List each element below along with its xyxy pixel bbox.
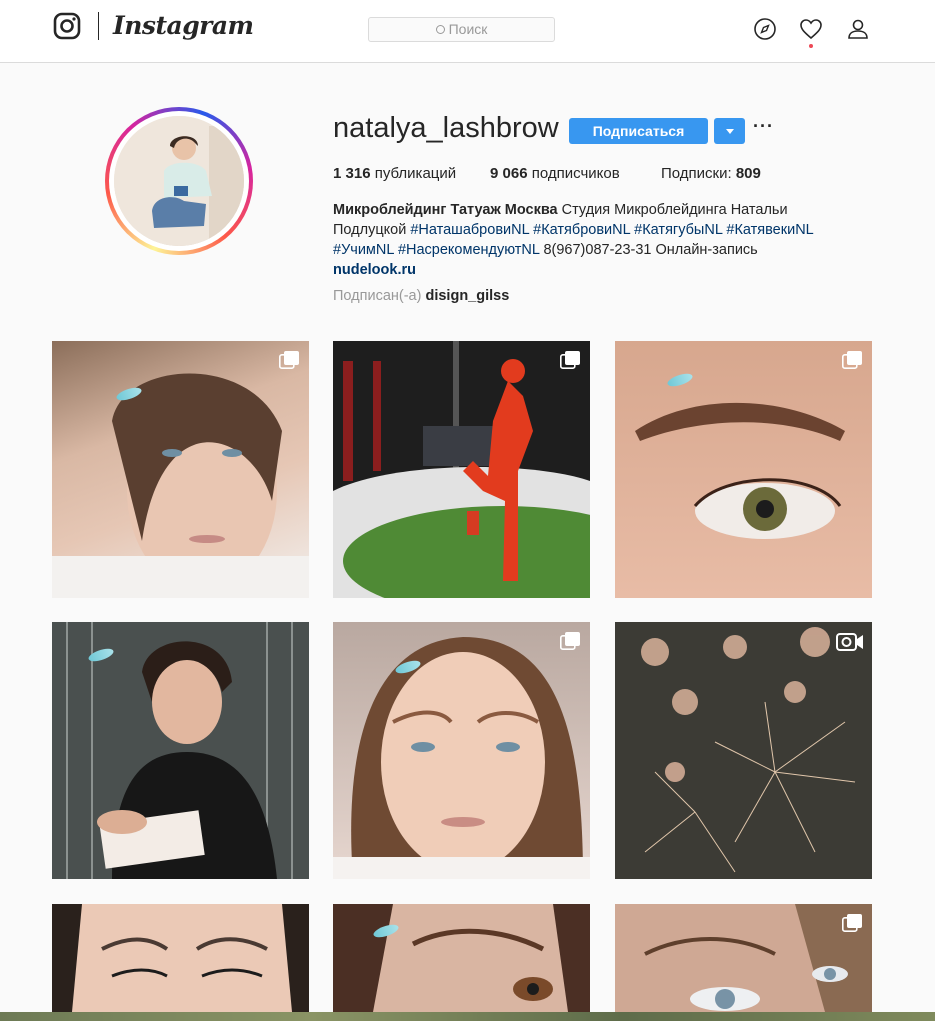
top-navigation-bar: Instagram Поиск xyxy=(0,0,935,63)
heart-icon[interactable] xyxy=(799,17,823,41)
more-options-button[interactable]: ··· xyxy=(753,116,774,137)
website-link[interactable]: nudelook.ru xyxy=(333,262,416,278)
following-count: 809 xyxy=(735,165,761,182)
bio-contact: 8(967)087-23-31 Онлайн-запись xyxy=(543,242,758,258)
instagram-logo-icon[interactable] xyxy=(53,12,81,40)
post-image xyxy=(615,622,872,879)
post-tile[interactable] xyxy=(333,904,590,1012)
followers-count: 9 066 xyxy=(490,165,528,182)
search-placeholder: Поиск xyxy=(448,21,488,37)
profile-bio: Микроблейдинг Татуаж Москва Студия Микро… xyxy=(333,200,853,280)
post-image xyxy=(52,904,309,1012)
profile-avatar[interactable] xyxy=(105,107,253,255)
logo-divider xyxy=(98,12,99,40)
post-image xyxy=(333,637,590,879)
post-tile[interactable] xyxy=(615,622,872,879)
search-icon xyxy=(435,25,445,34)
followers-stat[interactable]: 9 066 подписчиков xyxy=(490,165,620,182)
compass-icon[interactable] xyxy=(753,17,777,41)
carousel-icon xyxy=(842,351,862,369)
avatar-photo xyxy=(114,116,244,246)
desktop-background-strip xyxy=(0,1012,935,1021)
instagram-wordmark[interactable]: Instagram xyxy=(113,11,254,40)
post-tile[interactable] xyxy=(52,341,309,598)
carousel-icon xyxy=(560,351,580,369)
search-input[interactable]: Поиск xyxy=(368,17,555,42)
hashtag-link[interactable]: #НаташабровиNL xyxy=(410,222,529,238)
following-label: Подписки: xyxy=(661,165,732,182)
post-tile[interactable] xyxy=(52,904,309,1012)
user-icon[interactable] xyxy=(846,17,870,41)
follow-button[interactable]: Подписаться xyxy=(569,118,708,144)
carousel-icon xyxy=(560,632,580,650)
post-image xyxy=(52,373,309,598)
post-tile[interactable] xyxy=(615,904,872,1012)
hashtag-link[interactable]: #УчимNL xyxy=(333,242,394,258)
following-stat[interactable]: Подписки: 809 xyxy=(661,165,761,182)
hashtag-link[interactable]: #КатявекиNL xyxy=(726,222,813,238)
bio-name: Микроблейдинг Татуаж Москва xyxy=(333,202,558,218)
post-tile[interactable] xyxy=(52,622,309,879)
profile-username: natalya_lashbrow xyxy=(333,112,559,144)
post-image xyxy=(333,904,590,1012)
post-tile[interactable] xyxy=(615,341,872,598)
followed-by-user-link[interactable]: disign_gilss xyxy=(425,288,509,304)
post-image xyxy=(615,904,872,1012)
post-tile[interactable] xyxy=(333,622,590,879)
hashtag-link[interactable]: #НасрекомендуютNL xyxy=(398,242,540,258)
hashtag-link[interactable]: #КатябровиNL xyxy=(533,222,630,238)
post-tile[interactable] xyxy=(333,341,590,598)
post-image xyxy=(333,341,590,598)
video-camera-icon xyxy=(836,633,863,651)
post-image xyxy=(635,402,845,539)
hashtag-link[interactable]: #КатягубыNL xyxy=(634,222,722,238)
suggestions-dropdown-button[interactable] xyxy=(714,118,745,144)
posts-count: 1 316 xyxy=(333,165,371,182)
followed-by: Подписан(-а) disign_gilss xyxy=(333,288,509,304)
carousel-icon xyxy=(279,351,299,369)
avatar-illustration xyxy=(114,116,244,246)
followers-label: подписчиков xyxy=(531,165,620,182)
carousel-icon xyxy=(842,914,862,932)
posts-label: публикаций xyxy=(374,165,457,182)
notification-dot xyxy=(809,44,813,48)
posts-stat: 1 316 публикаций xyxy=(333,165,456,182)
followed-by-label: Подписан(-а) xyxy=(333,288,422,304)
